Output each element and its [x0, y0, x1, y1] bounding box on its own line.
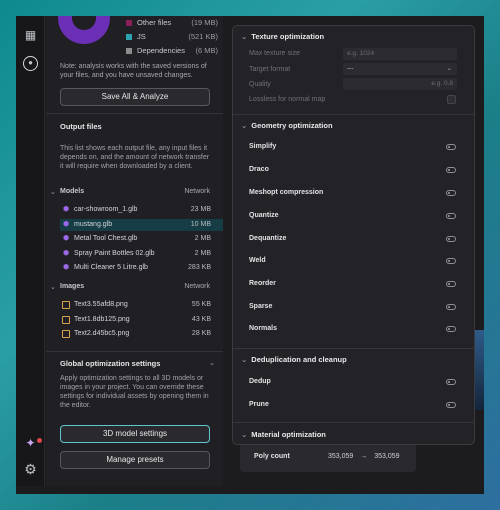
- option-simplify: Simplify: [249, 143, 277, 150]
- meshopt-toggle[interactable]: [446, 190, 456, 196]
- icon-rail: ▦ ● ✦ ⚙: [16, 16, 45, 486]
- model-row[interactable]: ⬢ Spray Paint Bottles 02.glb 2 MB: [60, 248, 223, 260]
- output-files-title: Output files: [60, 122, 102, 131]
- notification-dot: [37, 438, 42, 443]
- quantize-toggle[interactable]: [446, 213, 456, 219]
- divider: [233, 422, 474, 423]
- reorder-toggle[interactable]: [446, 281, 456, 287]
- cube-icon: ⬢: [62, 250, 70, 257]
- chevron-down-icon: ⌄: [241, 355, 248, 364]
- legend-swatch: [126, 48, 132, 54]
- cube-icon: ⬢: [62, 221, 70, 228]
- option-draco: Draco: [249, 166, 269, 173]
- simplify-toggle[interactable]: [446, 144, 456, 150]
- divider: [233, 348, 474, 349]
- chevron-down-icon[interactable]: ⌄: [209, 359, 215, 367]
- manage-presets-button[interactable]: Manage presets: [60, 451, 210, 469]
- model-row[interactable]: ⬢ Metal Tool Chest.glb 2 MB: [60, 233, 223, 245]
- option-sparse: Sparse: [249, 303, 273, 310]
- geometry-section-header[interactable]: ⌄ Geometry optimization: [241, 121, 333, 130]
- material-section-header[interactable]: ⌄ Material optimization: [241, 430, 326, 439]
- option-quantize: Quantize: [249, 212, 279, 219]
- analysis-panel: Other files (19 MB) JS (521 KB) Dependen…: [46, 16, 223, 486]
- sparkle-icon[interactable]: ✦: [23, 436, 38, 451]
- quality-input[interactable]: e.g. 0.8: [343, 78, 457, 90]
- images-group-header[interactable]: Images Network: [60, 282, 210, 292]
- option-prune: Prune: [249, 401, 269, 408]
- dedup-section-header[interactable]: ⌄ Deduplication and cleanup: [241, 355, 347, 364]
- optimization-panel: ⌄ Texture optimization Max texture size e…: [232, 25, 475, 445]
- max-texture-size-input[interactable]: e.g. 1024: [343, 48, 457, 60]
- image-icon: [62, 330, 70, 338]
- option-reorder: Reorder: [249, 280, 276, 287]
- gear-icon[interactable]: ⚙: [23, 462, 38, 477]
- legend-swatch: [126, 20, 132, 26]
- divider: [233, 114, 474, 115]
- dedup-toggle[interactable]: [446, 379, 456, 385]
- model-row[interactable]: ⬢ mustang.glb 10 MB: [60, 219, 223, 231]
- texture-section-header[interactable]: ⌄ Texture optimization: [241, 32, 324, 41]
- option-normals: Normals: [249, 325, 278, 332]
- legend-js: JS (521 KB): [126, 32, 218, 42]
- hierarchy-icon[interactable]: ▦: [23, 28, 38, 43]
- output-files-description: This list shows each output file, any in…: [60, 145, 210, 170]
- option-meshopt: Meshopt compression: [249, 189, 324, 196]
- cube-icon: ⬢: [62, 206, 70, 213]
- draco-toggle[interactable]: [446, 167, 456, 173]
- models-group-header[interactable]: Models Network: [60, 187, 210, 197]
- option-dequantize: Dequantize: [249, 235, 287, 242]
- target-format-label: Target format: [249, 66, 291, 73]
- quality-label: Quality: [249, 81, 271, 88]
- weld-toggle[interactable]: [446, 258, 456, 264]
- cube-icon: ⬢: [62, 235, 70, 242]
- chevron-down-icon: ⌄: [241, 121, 248, 130]
- divider: [46, 351, 223, 352]
- save-analyze-button[interactable]: Save All & Analyze: [60, 88, 210, 106]
- image-icon: [62, 316, 70, 324]
- target-format-select[interactable]: --- ⌄: [343, 63, 457, 75]
- legend-dependencies: Dependencies (6 MB): [126, 46, 218, 56]
- max-texture-size-label: Max texture size: [249, 50, 300, 57]
- normals-toggle[interactable]: [446, 326, 456, 332]
- model-row[interactable]: ⬢ car-showroom_1.glb 23 MB: [60, 204, 223, 216]
- analysis-icon[interactable]: ●: [23, 56, 38, 71]
- image-row[interactable]: Text2.d45bc5.png 28 KB: [60, 328, 223, 340]
- model-settings-button[interactable]: 3D model settings: [60, 425, 210, 443]
- model-row[interactable]: ⬢ Multi Cleaner 5 Litre.glb 283 KB: [60, 262, 223, 274]
- legend-other-files: Other files (19 MB): [126, 18, 218, 28]
- chevron-down-icon[interactable]: ⌄: [50, 188, 56, 196]
- viewport-scene: [475, 330, 484, 410]
- option-weld: Weld: [249, 257, 266, 264]
- global-settings-description: Apply optimization settings to all 3D mo…: [60, 375, 209, 409]
- chevron-down-icon[interactable]: ⌄: [50, 283, 56, 291]
- dequantize-toggle[interactable]: [446, 236, 456, 242]
- divider: [46, 113, 223, 114]
- sparse-toggle[interactable]: [446, 304, 456, 310]
- image-row[interactable]: Text1.8db125.png 43 KB: [60, 314, 223, 326]
- prune-toggle[interactable]: [446, 402, 456, 408]
- image-icon: [62, 301, 70, 309]
- option-dedup: Dedup: [249, 378, 271, 385]
- global-settings-title: Global optimization settings: [60, 359, 161, 368]
- unsaved-note: Note: analysis works with the saved vers…: [60, 63, 207, 79]
- lossless-normal-checkbox[interactable]: [447, 95, 456, 104]
- chevron-down-icon: ⌄: [241, 430, 248, 439]
- chevron-down-icon: ⌄: [241, 32, 248, 41]
- cube-icon: ⬢: [62, 264, 70, 271]
- image-row[interactable]: Text3.55afd8.png 55 KB: [60, 299, 223, 311]
- legend-swatch: [126, 34, 132, 40]
- poly-count-values: 353,059 → 353,059: [328, 453, 400, 460]
- chevron-down-icon: ⌄: [446, 65, 452, 72]
- lossless-normal-label: Lossless for normal map: [249, 96, 326, 103]
- poly-count-card: Poly count 353,059 → 353,059: [240, 442, 416, 472]
- size-donut-chart: [58, 16, 110, 44]
